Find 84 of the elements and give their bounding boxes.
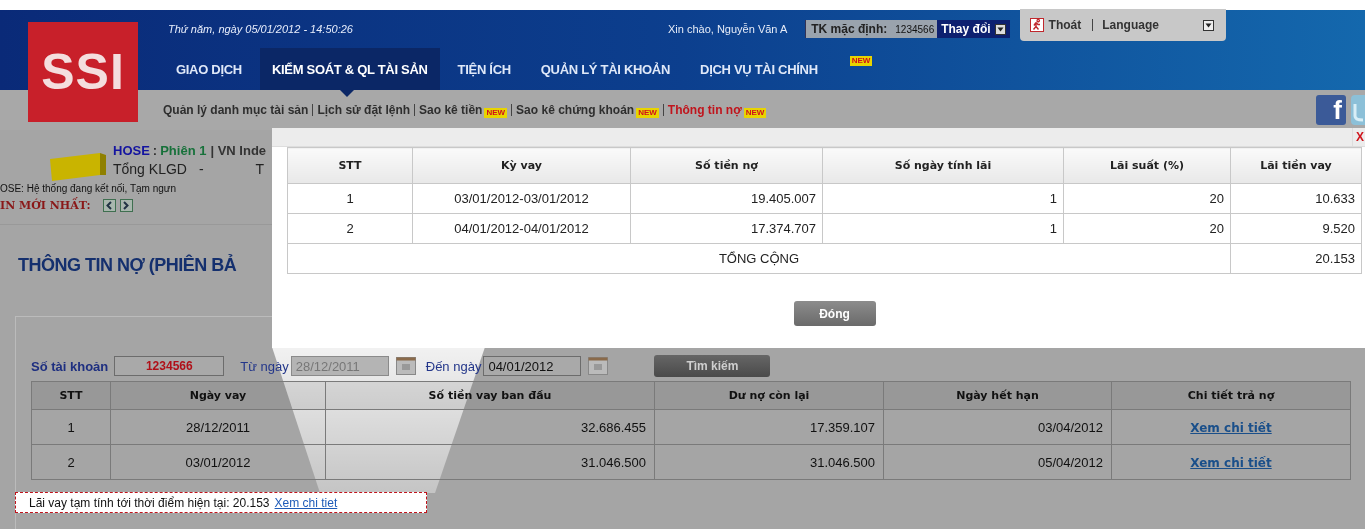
table-cell: 04/01/2012-04/01/2012 bbox=[412, 213, 631, 244]
total-label: TỔNG CỘNG bbox=[287, 243, 1231, 274]
close-button[interactable]: X bbox=[1352, 128, 1365, 146]
nav-tab[interactable]: TIỆN ÍCH bbox=[445, 48, 523, 90]
nav-tab[interactable]: GIAO DỊCH bbox=[164, 48, 254, 90]
previous-button[interactable] bbox=[102, 199, 116, 212]
from-date-label: Từ ngày bbox=[240, 358, 289, 374]
column-header: Lãi suất (%) bbox=[1063, 147, 1231, 184]
nav-tab[interactable]: KIỂM SOÁT & QL TÀI SẢN bbox=[259, 48, 440, 90]
market-summary: HOSE : Phiên 1 | VN Inde bbox=[113, 143, 267, 158]
to-date-label: Đến ngày bbox=[425, 358, 482, 374]
account-label: Số tài khoản bbox=[31, 358, 109, 374]
column-header: Chi tiết trả nợ bbox=[1111, 381, 1351, 410]
table-cell: 20 bbox=[1063, 213, 1231, 244]
account-label: TK mặc định: bbox=[811, 22, 888, 36]
to-date-field[interactable]: 04/01/2012 bbox=[483, 356, 582, 376]
table-cell: 20 bbox=[1063, 183, 1231, 214]
table-cell: 9.520 bbox=[1230, 213, 1362, 244]
column-header: Lãi tiền vay bbox=[1230, 147, 1362, 184]
column-header: Số tiền nợ bbox=[630, 147, 823, 184]
new-badge: NEW bbox=[636, 108, 659, 118]
column-header: Ngày hết hạn bbox=[883, 381, 1112, 410]
table-cell: 10.633 bbox=[1230, 183, 1362, 214]
details-link[interactable]: Xem chi tiết bbox=[1190, 455, 1272, 470]
table-cell: 1 bbox=[31, 409, 111, 445]
account-number: 1234566 bbox=[895, 23, 935, 35]
search-button[interactable]: Tìm kiếm bbox=[654, 355, 771, 377]
volume-label: Tổng KLGD bbox=[113, 161, 187, 177]
dropdown-icon[interactable] bbox=[1202, 19, 1214, 31]
column-header: STT bbox=[287, 147, 413, 184]
volume-value: - bbox=[198, 161, 204, 177]
logout-link[interactable]: Thoát bbox=[1048, 18, 1082, 32]
chevron-right-icon bbox=[123, 201, 130, 210]
table-cell: 17.359.107 bbox=[654, 409, 884, 445]
calendar-icon[interactable] bbox=[395, 357, 416, 375]
subnav-link[interactable]: Sao kê chứng khoán bbox=[516, 103, 635, 117]
nav-tab[interactable]: QUẢN LÝ TÀI KHOẢN bbox=[528, 48, 683, 90]
table-cell: 31.046.500 bbox=[654, 444, 884, 480]
next-button[interactable] bbox=[119, 199, 133, 212]
nav-tab[interactable]: DỊCH VỤ TÀI CHÍNH bbox=[688, 48, 830, 90]
new-badge: NEW bbox=[743, 108, 767, 118]
new-badge: NEW bbox=[484, 108, 508, 118]
subnav-link[interactable]: Lịch sử đặt lệnh bbox=[317, 103, 411, 117]
table-cell: 1 bbox=[287, 183, 413, 214]
block-icon bbox=[50, 153, 106, 181]
column-header: Ngày vay bbox=[110, 381, 326, 410]
exit-icon bbox=[1029, 18, 1044, 32]
new-badge: NEW bbox=[849, 56, 873, 66]
status-message: OSE: Hệ thống đang kết nối, Tạm ngưn bbox=[0, 183, 178, 194]
column-label: T bbox=[255, 161, 265, 177]
account-field[interactable]: 1234566 bbox=[114, 356, 225, 376]
subnav-link[interactable]: Sao kê tiền bbox=[419, 103, 483, 117]
date-time: Thứ năm, ngày 05/01/2012 - 14:50:26 bbox=[168, 23, 354, 35]
logo[interactable]: SSI bbox=[28, 22, 138, 122]
table-cell: 05/04/2012 bbox=[883, 444, 1112, 480]
table-cell: 19.405.007 bbox=[630, 183, 823, 214]
tab-pointer bbox=[339, 90, 354, 97]
news-label: IN MỚI NHẤT: bbox=[0, 199, 91, 212]
greeting: Xin chào, Nguyễn Văn A bbox=[668, 23, 788, 35]
close-button[interactable]: Đóng bbox=[793, 301, 876, 326]
column-header: Số tiền vay ban đầu bbox=[325, 381, 655, 410]
table-cell: 1 bbox=[822, 183, 1064, 214]
interest-text: Lãi vay tạm tính tới thời điểm hiện tại: 20.153 bbox=[29, 495, 270, 510]
change-account-button[interactable]: Thay đổi bbox=[937, 20, 1010, 38]
table-cell: 2 bbox=[287, 213, 413, 244]
table-cell: 03/01/2012-03/01/2012 bbox=[412, 183, 631, 214]
column-header: STT bbox=[31, 381, 111, 410]
dropdown-icon bbox=[994, 23, 1006, 35]
calendar-icon[interactable] bbox=[588, 357, 609, 375]
subnav-link[interactable]: Quản lý danh mục tài sản bbox=[163, 103, 309, 117]
column-header: Dư nợ còn lại bbox=[654, 381, 884, 410]
total-value: 20.153 bbox=[1230, 243, 1362, 274]
table-cell: 2 bbox=[31, 444, 111, 480]
table-cell: 1 bbox=[822, 213, 1064, 244]
chevron-left-icon bbox=[106, 201, 113, 210]
table-cell: 17.374.707 bbox=[630, 213, 823, 244]
column-header: Số ngày tính lãi bbox=[822, 147, 1064, 184]
table-cell: 03/04/2012 bbox=[883, 409, 1112, 445]
details-link[interactable]: Xem chi tiết bbox=[1190, 420, 1272, 435]
language-menu[interactable]: Language bbox=[1102, 18, 1159, 32]
column-header: Kỳ vay bbox=[412, 147, 631, 184]
page-title: THÔNG TIN NỢ (PHIÊN BẢ bbox=[18, 255, 237, 276]
social-icon[interactable]: f bbox=[1316, 95, 1346, 125]
details-link[interactable]: Xem chi tiet bbox=[274, 495, 338, 510]
